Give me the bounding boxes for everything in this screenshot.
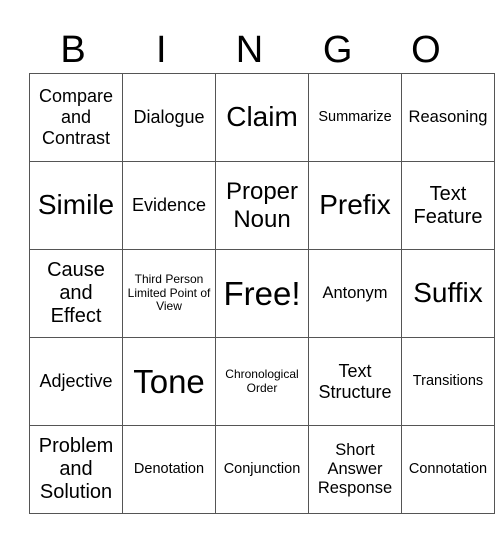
bingo-cell[interactable]: Text Structure [308,337,402,426]
bingo-cell[interactable]: Transitions [401,337,495,426]
bingo-cell[interactable]: Third Person Limited Point of View [122,249,216,338]
bingo-cell[interactable]: Conjunction [215,425,309,514]
bingo-cell[interactable]: Simile [29,161,123,250]
grid-row: Simile Evidence Proper Noun Prefix Text … [29,161,495,250]
header-letter-i: I [156,29,167,71]
bingo-cell[interactable]: Evidence [122,161,216,250]
bingo-cell[interactable]: Text Feature [401,161,495,250]
bingo-cell[interactable]: Cause and Effect [29,249,123,338]
bingo-cell[interactable]: Chronological Order [215,337,309,426]
bingo-cell[interactable]: Dialogue [122,73,216,162]
grid-row: Compare and Contrast Dialogue Claim Summ… [29,73,495,162]
bingo-cell[interactable]: Prefix [308,161,402,250]
bingo-grid: Compare and Contrast Dialogue Claim Summ… [29,73,495,514]
bingo-cell[interactable]: Proper Noun [215,161,309,250]
bingo-cell[interactable]: Compare and Contrast [29,73,123,162]
header-letter-b: B [60,29,86,71]
bingo-cell[interactable]: Reasoning [401,73,495,162]
grid-row: Adjective Tone Chronological Order Text … [29,337,495,426]
bingo-cell[interactable]: Claim [215,73,309,162]
bingo-cell[interactable]: Suffix [401,249,495,338]
bingo-cell[interactable]: Denotation [122,425,216,514]
grid-row: Cause and Effect Third Person Limited Po… [29,249,495,338]
header-letter-o: O [411,29,441,71]
bingo-cell[interactable]: Problem and Solution [29,425,123,514]
bingo-header: B I N G O [29,28,470,72]
grid-row: Problem and Solution Denotation Conjunct… [29,425,495,514]
bingo-cell[interactable]: Summarize [308,73,402,162]
bingo-cell[interactable]: Antonym [308,249,402,338]
bingo-cell[interactable]: Tone [122,337,216,426]
header-letter-g: G [322,29,353,71]
bingo-cell[interactable]: Connotation [401,425,495,514]
free-space-cell[interactable]: Free! [215,249,309,338]
bingo-cell[interactable]: Adjective [29,337,123,426]
bingo-cell[interactable]: Short Answer Response [308,425,402,514]
header-letter-n: N [235,29,264,71]
